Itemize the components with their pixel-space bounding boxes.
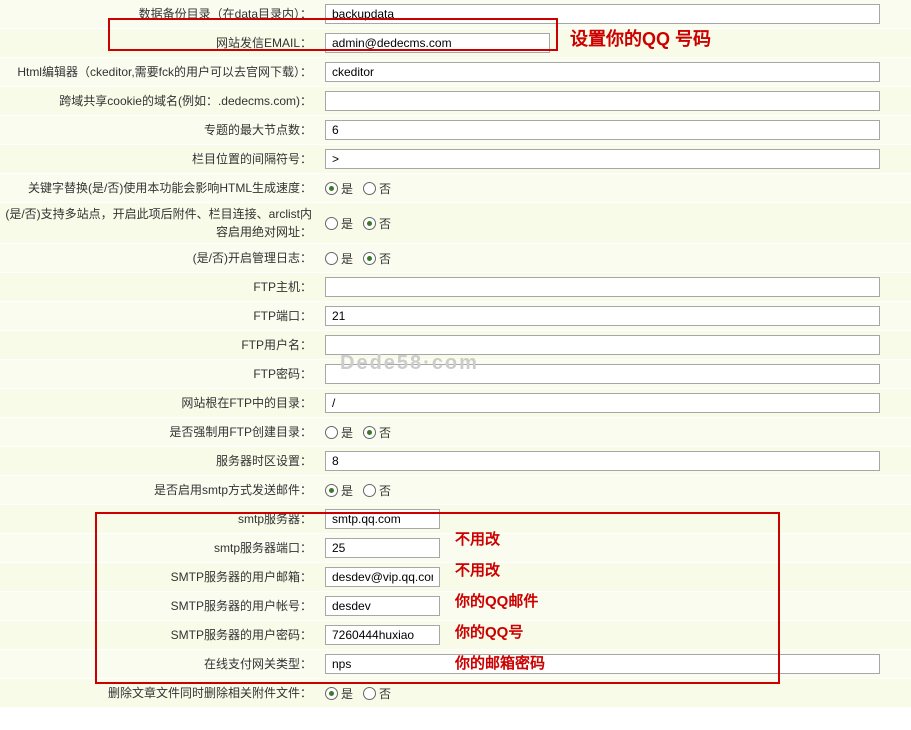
column-sep-input[interactable] — [325, 149, 880, 169]
admin-log-label: (是/否)开启管理日志： — [0, 244, 320, 272]
smtp-enable-radio-group: 是 否 — [325, 482, 391, 499]
keyword-replace-radio-no[interactable] — [363, 182, 376, 195]
pay-gateway-input[interactable] — [325, 654, 880, 674]
topic-max-input[interactable] — [325, 120, 880, 140]
ftp-host-label: FTP主机： — [0, 273, 320, 301]
ftp-force-radio-no[interactable] — [363, 426, 376, 439]
email-input[interactable] — [325, 33, 550, 53]
del-attachment-radio-no[interactable] — [363, 687, 376, 700]
smtp-enable-label: 是否启用smtp方式发送邮件： — [0, 476, 320, 504]
multi-site-radio-no[interactable] — [363, 217, 376, 230]
smtp-enable-radio-no[interactable] — [363, 484, 376, 497]
smtp-port-label: smtp服务器端口： — [0, 534, 320, 562]
ftp-user-label: FTP用户名： — [0, 331, 320, 359]
keyword-replace-radio-group: 是 否 — [325, 180, 391, 197]
smtp-email-input[interactable] — [325, 567, 440, 587]
backup-dir-input[interactable] — [325, 4, 880, 24]
smtp-account-label: SMTP服务器的用户帐号： — [0, 592, 320, 620]
pay-gateway-label: 在线支付网关类型： — [0, 650, 320, 678]
column-sep-label: 栏目位置的间隔符号： — [0, 145, 320, 173]
ftp-force-radio-group: 是 否 — [325, 424, 391, 441]
ftp-root-input[interactable] — [325, 393, 880, 413]
smtp-port-input[interactable] — [325, 538, 440, 558]
del-attachment-radio-yes[interactable] — [325, 687, 338, 700]
timezone-label: 服务器时区设置： — [0, 447, 320, 475]
keyword-replace-label: 关键字替换(是/否)使用本功能会影响HTML生成速度： — [0, 174, 320, 202]
smtp-email-label: SMTP服务器的用户邮箱： — [0, 563, 320, 591]
ftp-force-label: 是否强制用FTP创建目录： — [0, 418, 320, 446]
cookie-domain-input[interactable] — [325, 91, 880, 111]
smtp-account-input[interactable] — [325, 596, 440, 616]
ftp-force-radio-yes[interactable] — [325, 426, 338, 439]
ftp-port-input[interactable] — [325, 306, 880, 326]
ftp-root-label: 网站根在FTP中的目录： — [0, 389, 320, 417]
html-editor-label: Html编辑器（ckeditor,需要fck的用户可以去官网下载）： — [0, 58, 320, 86]
ftp-host-input[interactable] — [325, 277, 880, 297]
email-label: 网站发信EMAIL： — [0, 29, 320, 57]
cookie-domain-label: 跨域共享cookie的域名(例如：.dedecms.com)： — [0, 87, 320, 115]
multi-site-label: (是/否)支持多站点，开启此项后附件、栏目连接、arclist内容启用绝对网址： — [0, 203, 320, 243]
ftp-port-label: FTP端口： — [0, 302, 320, 330]
backup-dir-label: 数据备份目录（在data目录内）： — [0, 0, 320, 28]
timezone-input[interactable] — [325, 451, 880, 471]
admin-log-radio-yes[interactable] — [325, 252, 338, 265]
admin-log-radio-no[interactable] — [363, 252, 376, 265]
smtp-server-label: smtp服务器： — [0, 505, 320, 533]
smtp-pwd-input[interactable] — [325, 625, 440, 645]
del-attachment-label: 删除文章文件同时删除相关附件文件： — [0, 679, 320, 707]
topic-max-label: 专题的最大节点数： — [0, 116, 320, 144]
admin-log-radio-group: 是 否 — [325, 250, 391, 267]
ftp-pwd-input[interactable] — [325, 364, 880, 384]
smtp-server-input[interactable] — [325, 509, 440, 529]
multi-site-radio-group: 是 否 — [325, 215, 391, 232]
keyword-replace-radio-yes[interactable] — [325, 182, 338, 195]
ftp-user-input[interactable] — [325, 335, 880, 355]
multi-site-radio-yes[interactable] — [325, 217, 338, 230]
smtp-pwd-label: SMTP服务器的用户密码： — [0, 621, 320, 649]
html-editor-input[interactable] — [325, 62, 880, 82]
del-attachment-radio-group: 是 否 — [325, 685, 391, 702]
smtp-enable-radio-yes[interactable] — [325, 484, 338, 497]
ftp-pwd-label: FTP密码： — [0, 360, 320, 388]
